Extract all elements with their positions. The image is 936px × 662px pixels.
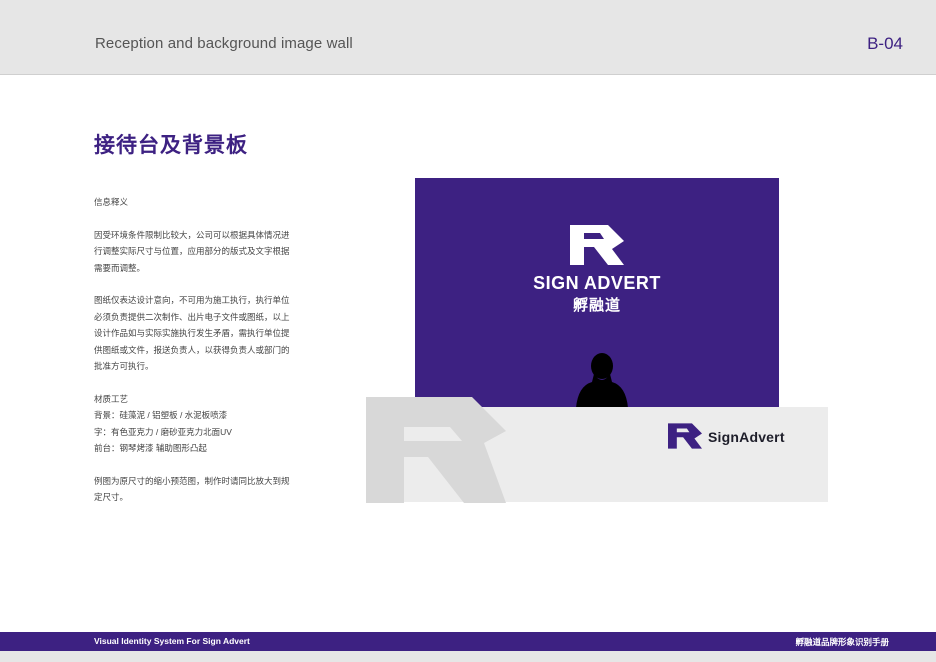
material-item: 背景：硅藻泥 / 铝塑板 / 水泥板喷漆 xyxy=(94,410,228,420)
desk-brand-name: SignAdvert xyxy=(708,429,785,445)
background-wall: SIGN ADVERT 孵融道 xyxy=(415,178,779,408)
reception-mockup: SIGN ADVERT 孵融道 SignAdvert xyxy=(366,177,828,503)
material-item: 字：有色亚克力 / 磨砂亚克力北面UV xyxy=(94,426,232,437)
description-paragraph-1: 因受环境条件限制比较大，公司可以根据具体情况进行调整实际尺寸与位置，应用部分的版… xyxy=(94,229,290,273)
footer-right-text: 孵融道品牌形象识别手册 xyxy=(795,637,889,647)
page-header: Reception and background image wall B-04 xyxy=(0,0,936,75)
desk-logo-icon xyxy=(668,423,702,449)
desk-graphic-icon xyxy=(366,397,506,503)
page-footer: Visual Identity System For Sign Advert 孵… xyxy=(0,632,936,651)
material-item: 前台：钢琴烤漆 辅助图形凸起 xyxy=(94,443,207,453)
description-block: 信息释义 因受环境条件限制比较大，公司可以根据具体情况进行调整实际尺寸与位置，应… xyxy=(94,194,294,522)
brand-logo-icon xyxy=(570,225,624,265)
page-code: B-04 xyxy=(867,34,903,53)
footer-strip xyxy=(0,651,936,662)
description-paragraph-2: 图纸仅表达设计意向，不可用为施工执行，执行单位必须负责提供二次制作、出片电子文件… xyxy=(94,295,290,371)
wall-brand-name: SIGN ADVERT xyxy=(533,273,661,293)
header-title: Reception and background image wall xyxy=(95,35,353,52)
materials-block: 材质工艺 背景：硅藻泥 / 铝塑板 / 水泥板喷漆 字：有色亚克力 / 磨砂亚克… xyxy=(94,391,294,457)
materials-label: 材质工艺 xyxy=(94,393,129,404)
person-silhouette-icon xyxy=(576,353,628,408)
footer-left-text: Visual Identity System For Sign Advert xyxy=(94,636,250,646)
section-title: 接待台及背景板 xyxy=(94,134,248,157)
scale-note: 例图为原尺寸的缩小预范图，制作时请同比放大到规定尺寸。 xyxy=(94,475,290,503)
description-label: 信息释义 xyxy=(94,197,129,207)
wall-brand-name-cn: 孵融道 xyxy=(572,297,621,314)
